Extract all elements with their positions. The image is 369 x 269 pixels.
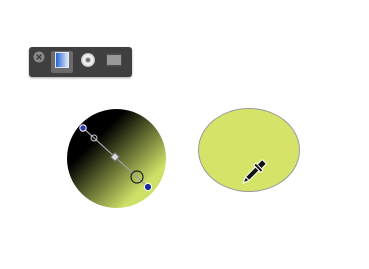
linear-gradient-icon [55,51,69,73]
pattern-button[interactable] [103,51,125,73]
eyedropper-icon [235,155,271,191]
gradient-editor-overlay [79,124,153,192]
pattern-icon [106,52,122,72]
canvas[interactable] [0,0,369,269]
radial-gradient-button[interactable] [77,51,99,73]
close-icon[interactable] [33,51,45,63]
radial-gradient-icon [80,52,96,73]
gradient-circle[interactable] [67,109,166,208]
linear-gradient-button[interactable] [51,51,73,73]
gradient-toolbar [29,47,132,77]
